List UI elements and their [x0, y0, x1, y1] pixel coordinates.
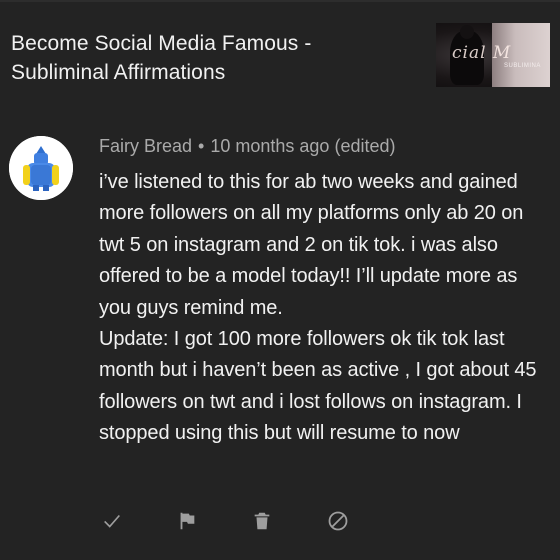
hide-user-button[interactable] — [325, 508, 351, 534]
block-icon — [328, 511, 348, 531]
meta-separator: • — [198, 136, 205, 156]
comment-body: i’ve listened to this for ab two weeks a… — [99, 167, 539, 450]
thumbnail-small-text: SUBLIMINA — [504, 63, 541, 69]
comment-screen: Become Social Media Famous - Subliminal … — [0, 0, 560, 560]
avatar[interactable] — [9, 136, 73, 200]
comment-time: 10 months ago (edited) — [210, 136, 396, 156]
video-thumbnail[interactable]: cial M SUBLIMINA — [436, 23, 550, 87]
video-header[interactable]: Become Social Media Famous - Subliminal … — [0, 2, 560, 110]
comment-paragraph: Update: I got 100 more followers ok tik … — [99, 328, 537, 445]
comment-meta: Fairy Bread • 10 months ago (edited) — [99, 134, 395, 158]
comment-author[interactable]: Fairy Bread — [99, 136, 192, 156]
thumbnail-figure-head — [460, 25, 474, 39]
comment-actions — [0, 498, 560, 544]
approve-button[interactable] — [99, 508, 125, 534]
flag-icon — [180, 512, 195, 530]
delete-button[interactable] — [249, 508, 275, 534]
comment-paragraph: i’ve listened to this for ab two weeks a… — [99, 171, 524, 319]
video-title[interactable]: Become Social Media Famous - Subliminal … — [11, 29, 371, 87]
check-icon — [104, 514, 120, 528]
avatar-character-icon — [9, 136, 73, 200]
thumbnail-script-text: cial M — [452, 43, 512, 63]
report-button[interactable] — [174, 508, 200, 534]
trash-icon — [254, 512, 270, 530]
